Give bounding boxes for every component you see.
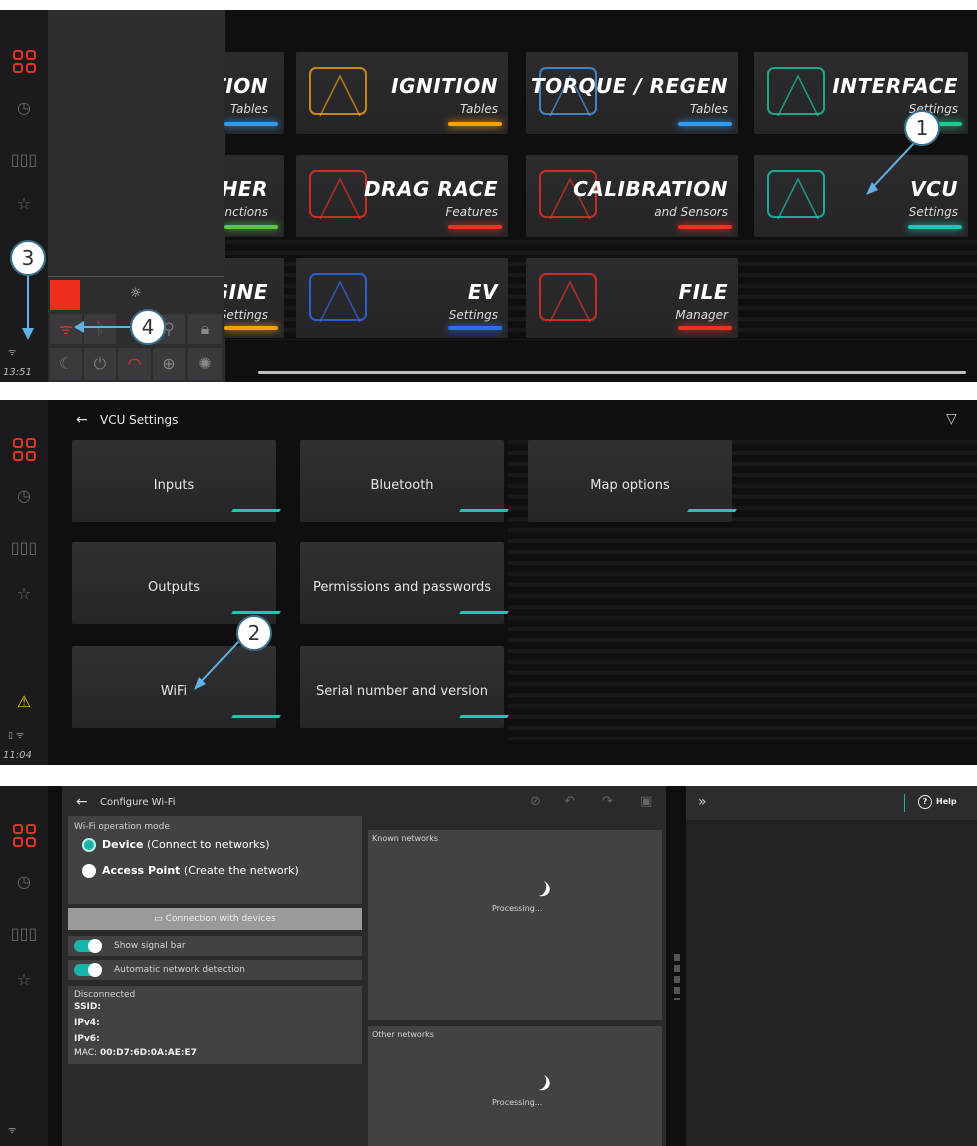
apps-grid-icon[interactable] (11, 822, 37, 848)
help-button[interactable]: ? Help (918, 795, 957, 809)
help-panel: » ? Help (686, 786, 977, 1146)
wifi-icon: ᯤ (8, 1126, 17, 1136)
ipv4-label: IPv4: (74, 1018, 100, 1028)
mac-label: MAC: (74, 1048, 98, 1058)
mac-value: 00:D7:6D:0A:AE:E7 (99, 1048, 197, 1058)
bars-icon[interactable]: ▯▯▯ (11, 920, 37, 946)
wifi-config-panel: ← Configure Wi-Fi ⊘ ↶ ↷ ▣ Wi-Fi operatio… (62, 786, 666, 1146)
mac-row: MAC: 00:D7:6D:0A:AE:E7 (74, 1048, 197, 1058)
known-processing: Processing... (492, 904, 543, 913)
help-label: Help (936, 797, 957, 806)
callout-3: 3 (10, 240, 46, 276)
other-networks-panel: Other networks Processing... (368, 1026, 662, 1146)
known-networks-label: Known networks (372, 834, 439, 843)
save-icon[interactable]: ▣ (640, 794, 652, 809)
vcu-settings-screenshot: ◷ ▯▯▯ ☆ ⚠ ▯ ᯤ 11:04 ← VCU Settings ▽ Inp… (0, 400, 977, 765)
loading-spinner-icon (527, 877, 553, 899)
sidebar: ◷ ▯▯▯ ☆ ᯤ (0, 786, 48, 1146)
mode-label: Wi-Fi operation mode (74, 822, 170, 832)
callout-1: 1 (904, 110, 940, 146)
redo-icon[interactable]: ↷ (602, 794, 613, 809)
ap-desc: (Create the network) (183, 864, 299, 877)
callout-4: 4 (130, 309, 166, 345)
device-label: Device (102, 838, 144, 851)
main-menu-screenshot: ◷ ▯▯▯ ☆ ᯤ 13:51 ☼ ᯤ ᛒ ⚲ 🔒︎ ☾ ⏻ ◠ ⊕ ✺ TIO… (0, 10, 977, 382)
device-radio[interactable]: Device (Connect to networks) (82, 838, 270, 852)
page-title: Configure Wi-Fi (100, 797, 176, 808)
undo-icon[interactable]: ↶ (564, 794, 575, 809)
show-signal-row: Show signal bar (68, 936, 362, 956)
known-networks-panel: Known networks Processing... (368, 830, 662, 1020)
other-networks-label: Other networks (372, 1030, 434, 1039)
device-desc: (Connect to networks) (147, 838, 270, 851)
ap-label: Access Point (102, 864, 181, 877)
status-text: Disconnected (74, 990, 136, 1000)
other-processing: Processing... (492, 1098, 543, 1107)
auto-detect-toggle[interactable] (74, 963, 102, 977)
connection-status-panel: Disconnected SSID: IPv4: IPv6: MAC: 00:D… (68, 986, 362, 1064)
loading-spinner-icon (527, 1071, 553, 1093)
auto-detect-label: Automatic network detection (114, 965, 245, 975)
help-icon: ? (918, 795, 932, 809)
devices-icon: ▭ (154, 914, 163, 924)
callout-2: 2 (236, 615, 272, 651)
ipv6-label: IPv6: (74, 1034, 100, 1044)
back-arrow-icon[interactable]: ← (76, 794, 88, 810)
cancel-icon[interactable]: ⊘ (530, 794, 541, 809)
radio-unselected-icon (82, 864, 96, 878)
resize-handle[interactable] (674, 954, 680, 1000)
ssid-label: SSID: (74, 1002, 101, 1012)
operation-mode-panel: Wi-Fi operation mode Device (Connect to … (68, 816, 362, 904)
access-point-radio[interactable]: Access Point (Create the network) (82, 864, 299, 878)
show-signal-label: Show signal bar (114, 941, 186, 951)
configure-wifi-screenshot: ◷ ▯▯▯ ☆ ᯤ ← Configure Wi-Fi ⊘ ↶ ↷ ▣ Wi-F… (0, 786, 977, 1146)
radio-selected-icon (82, 838, 96, 852)
gauge-icon[interactable]: ◷ (11, 868, 37, 894)
collapse-icon[interactable]: » (698, 794, 707, 810)
connection-button-label: Connection with devices (165, 914, 276, 924)
annotation-arrow (194, 639, 241, 690)
auto-detect-row: Automatic network detection (68, 960, 362, 980)
star-icon[interactable]: ☆ (11, 966, 37, 992)
show-signal-toggle[interactable] (74, 939, 102, 953)
connection-with-devices-button[interactable]: ▭ Connection with devices (68, 908, 362, 930)
